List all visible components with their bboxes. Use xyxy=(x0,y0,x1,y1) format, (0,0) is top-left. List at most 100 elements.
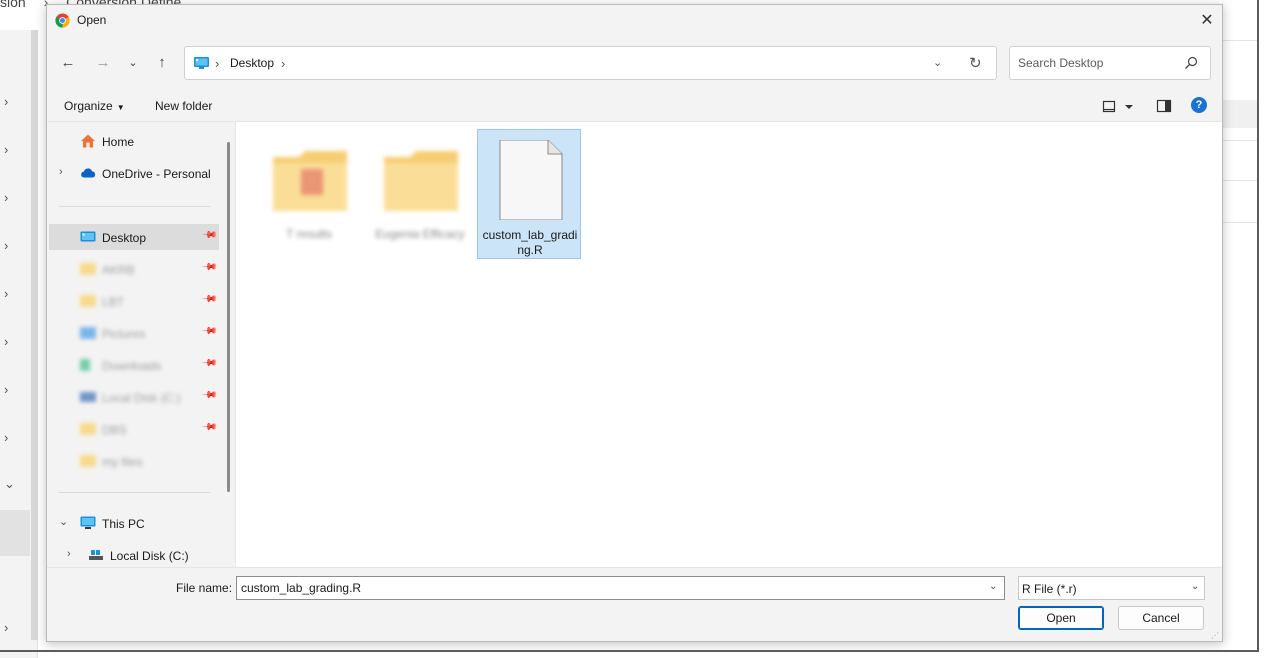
pin-icon: 📌 xyxy=(200,419,218,436)
nav-label: Desktop xyxy=(102,231,147,245)
caret-down-icon: ▼ xyxy=(116,103,125,112)
folder-item[interactable]: Eugenia Efficacy xyxy=(368,129,472,259)
open-file-dialog: Open ✕ ← → ⌄ ↑ › Desktop › ⌄ ↻ Search De… xyxy=(46,4,1223,642)
dialog-title: Open xyxy=(77,13,107,27)
nav-scrollbar[interactable] xyxy=(227,142,230,492)
folder-item[interactable]: T results xyxy=(257,129,361,259)
nav-item-pictures[interactable]: Pictures 📌 xyxy=(49,320,219,346)
help-icon[interactable]: ? xyxy=(1191,97,1207,113)
pin-icon: 📌 xyxy=(200,355,218,372)
nav-label: DBS xyxy=(102,423,127,437)
forward-button[interactable]: → xyxy=(92,53,114,73)
chevron-right-icon[interactable]: › xyxy=(67,548,71,560)
breadcrumb-separator[interactable]: › xyxy=(281,56,285,71)
breadcrumb-separator[interactable]: › xyxy=(215,56,219,71)
nav-item-downloads[interactable]: Downloads 📌 xyxy=(49,352,219,378)
folder-icon xyxy=(384,151,458,211)
arrow-up-icon: ↑ xyxy=(158,54,166,71)
nav-item-pinned-folder[interactable]: AKRB 📌 xyxy=(49,256,219,282)
file-list: T results Eugenia Efficacy custom_lab_gr… xyxy=(235,121,1222,567)
arrow-right-icon: → xyxy=(95,54,111,71)
document-icon xyxy=(499,140,563,220)
chevron-down-icon[interactable]: ⌄ xyxy=(989,581,997,592)
close-icon: ✕ xyxy=(1200,12,1214,29)
nav-divider xyxy=(59,206,210,207)
resize-grip-icon[interactable]: ⋰ xyxy=(1211,631,1219,640)
pin-icon: 📌 xyxy=(200,387,218,404)
chevron-right-icon[interactable]: › xyxy=(4,239,16,252)
nav-item-this-pc[interactable]: ⌄ This PC xyxy=(49,510,219,536)
chevron-down-icon[interactable]: ⌄ xyxy=(4,477,16,490)
folder-icon xyxy=(80,295,96,307)
search-icon xyxy=(1185,56,1198,69)
refresh-icon[interactable]: ↻ xyxy=(969,54,982,72)
preview-pane-icon[interactable] xyxy=(1156,98,1172,114)
arrow-left-icon: ← xyxy=(60,54,76,71)
nav-item-pinned-folder[interactable]: LBT 📌 xyxy=(49,288,219,314)
change-view-button[interactable] xyxy=(1102,99,1136,115)
nav-label: OneDrive - Personal xyxy=(102,167,211,181)
downloads-icon xyxy=(80,359,90,371)
dialog-titlebar[interactable]: Open ✕ xyxy=(47,5,1222,35)
chevron-down-icon[interactable]: ⌄ xyxy=(59,515,68,528)
chevron-right-icon[interactable]: › xyxy=(4,431,16,444)
search-box[interactable] xyxy=(1009,46,1211,80)
nav-label: my files xyxy=(102,455,143,469)
desktop-icon xyxy=(80,231,96,242)
folder-icon xyxy=(80,423,96,435)
filename-label: File name: xyxy=(176,581,233,595)
chevron-right-icon[interactable]: › xyxy=(4,191,16,204)
nav-item-desktop[interactable]: Desktop 📌 xyxy=(49,224,219,250)
cancel-button[interactable]: Cancel xyxy=(1118,606,1204,630)
open-button[interactable]: Open xyxy=(1018,606,1104,630)
chevron-right-icon[interactable]: › xyxy=(4,287,16,300)
nav-divider xyxy=(59,492,210,493)
navigation-pane: Home › OneDrive - Personal Desktop 📌 AKR… xyxy=(47,121,235,567)
address-history-dropdown[interactable]: ⌄ xyxy=(933,56,942,69)
address-row: ← → ⌄ ↑ › Desktop › ⌄ ↻ xyxy=(47,43,1222,83)
this-pc-icon xyxy=(80,516,96,529)
new-folder-button[interactable]: New folder xyxy=(155,99,212,113)
command-bar: Organize ▼ New folder ? xyxy=(47,91,1222,121)
nav-item-folder[interactable]: my files xyxy=(49,448,219,474)
filename-input[interactable] xyxy=(241,581,971,595)
file-name: Eugenia Efficacy xyxy=(375,227,465,241)
background-panel-lines xyxy=(1222,40,1257,240)
nav-item-local-disk-pinned[interactable]: Local Disk (C:) 📌 xyxy=(49,384,219,410)
search-input[interactable] xyxy=(1018,56,1178,70)
chevron-right-icon[interactable]: › xyxy=(4,621,16,634)
close-button[interactable]: ✕ xyxy=(1193,9,1221,33)
nav-label: Local Disk (C:) xyxy=(110,549,189,563)
desktop-icon xyxy=(194,57,209,69)
chevron-right-icon[interactable]: › xyxy=(4,383,16,396)
recent-locations-button[interactable]: ⌄ xyxy=(122,53,144,73)
nav-label: LBT xyxy=(102,295,125,309)
nav-item-local-disk[interactable]: › Local Disk (C:) xyxy=(49,542,219,568)
chevron-right-icon[interactable]: › xyxy=(4,143,16,156)
breadcrumb-desktop[interactable]: Desktop xyxy=(230,56,274,70)
background-scrollbar[interactable] xyxy=(31,30,38,640)
organize-button[interactable]: Organize ▼ xyxy=(64,99,125,113)
organize-label: Organize xyxy=(64,99,113,113)
folder-icon xyxy=(80,263,96,275)
home-icon xyxy=(81,134,95,148)
nav-item-pinned-folder[interactable]: DBS 📌 xyxy=(49,416,219,442)
drive-icon xyxy=(80,392,96,402)
chevron-right-icon[interactable]: › xyxy=(4,335,16,348)
drive-icon xyxy=(89,550,103,560)
filetype-select[interactable]: R File (*.r) ⌄ xyxy=(1018,576,1205,600)
nav-label: AKRB xyxy=(102,263,135,277)
filename-combobox[interactable]: ⌄ xyxy=(236,576,1005,600)
nav-item-onedrive[interactable]: › OneDrive - Personal xyxy=(49,160,219,186)
onedrive-cloud-icon xyxy=(81,168,96,178)
filetype-value: R File (*.r) xyxy=(1022,582,1077,596)
file-item-selected[interactable]: custom_lab_grading.R xyxy=(477,129,581,259)
nav-label: Home xyxy=(102,135,135,149)
up-button[interactable]: ↑ xyxy=(151,53,173,73)
back-button[interactable]: ← xyxy=(57,53,79,73)
nav-item-home[interactable]: Home xyxy=(49,128,219,154)
pin-icon: 📌 xyxy=(200,227,218,244)
address-bar[interactable]: › Desktop › ⌄ ↻ xyxy=(184,46,997,80)
chevron-right-icon[interactable]: › xyxy=(59,166,63,178)
chevron-right-icon[interactable]: › xyxy=(4,95,16,108)
